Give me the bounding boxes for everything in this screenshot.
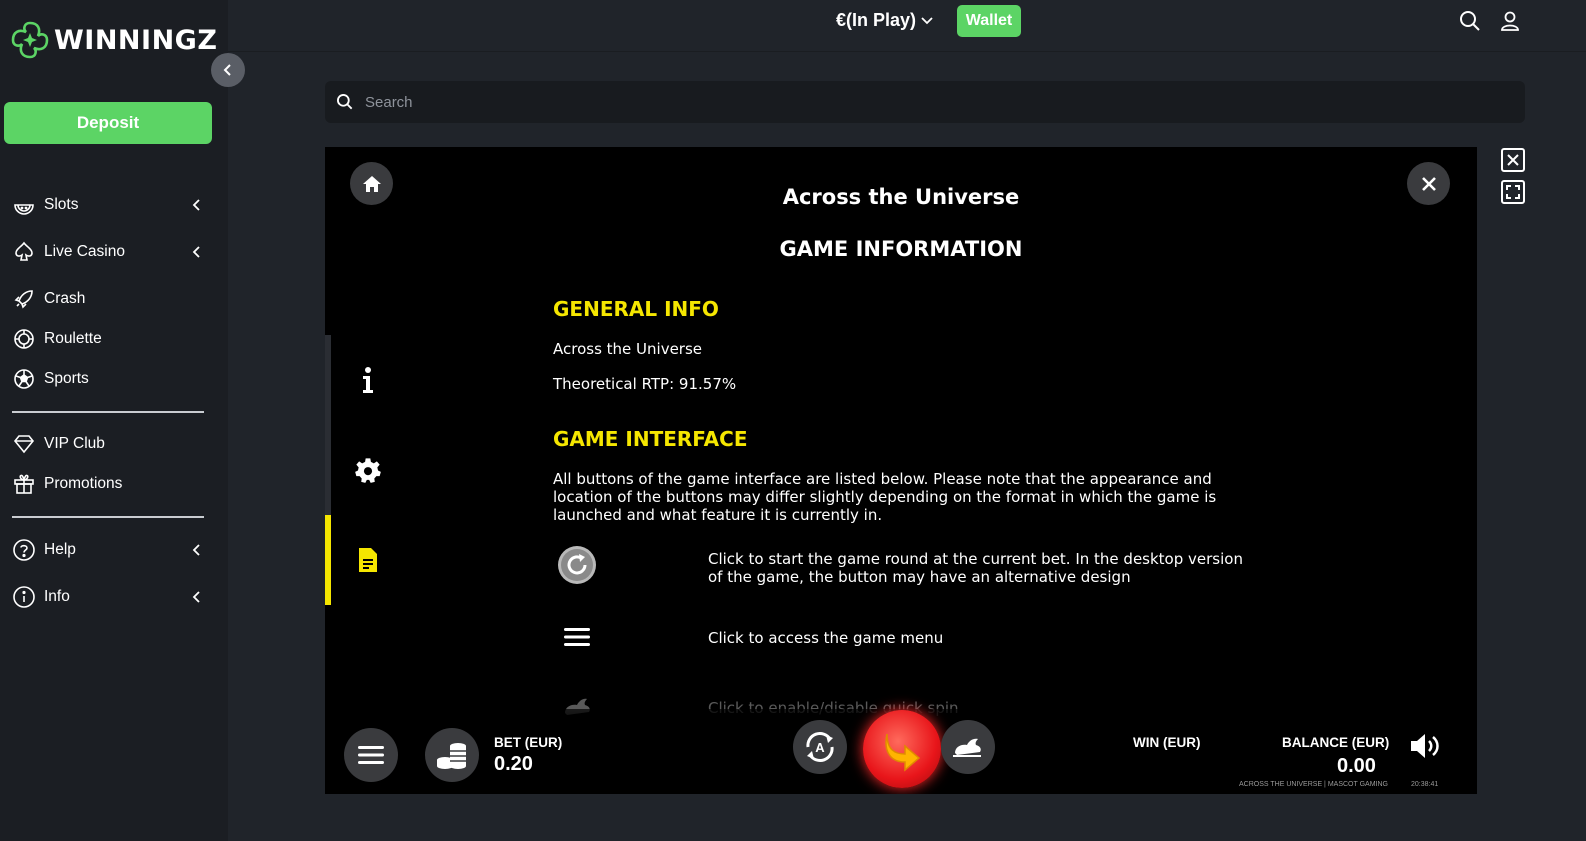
sidebar-item-label: Info xyxy=(44,588,70,605)
search-bar[interactable] xyxy=(325,81,1525,123)
chevron-left-icon xyxy=(223,64,231,76)
sidebar-item-help[interactable]: Help xyxy=(12,535,204,565)
watermelon-icon xyxy=(14,204,34,215)
fullscreen-icon xyxy=(1506,185,1520,199)
chevron-down-icon[interactable] xyxy=(920,14,934,28)
info-tabs xyxy=(325,335,405,605)
game-title: Across the Universe xyxy=(782,185,1020,209)
spade-icon xyxy=(15,241,33,261)
menu-icon xyxy=(358,746,384,764)
spin-button[interactable] xyxy=(863,710,941,788)
sidebar-divider xyxy=(12,516,204,518)
rocket-icon xyxy=(14,290,33,309)
sidebar-item-promotions[interactable]: Promotions xyxy=(12,469,204,499)
sidebar-item-slots[interactable]: Slots xyxy=(12,190,204,220)
chevron-left-icon xyxy=(192,246,200,258)
game-name-text: Across the Universe xyxy=(553,340,703,358)
general-info-heading: GENERAL INFO xyxy=(553,297,719,321)
sidebar-item-vip-club[interactable]: VIP Club xyxy=(12,429,204,459)
game-footer-text: ACROSS THE UNIVERSE | MASCOT GAMING xyxy=(1239,781,1388,788)
bet-button[interactable] xyxy=(425,728,479,782)
sidebar-item-info[interactable]: Info xyxy=(12,582,204,612)
search-input[interactable] xyxy=(365,93,1465,111)
tab-rules[interactable] xyxy=(325,515,405,605)
gift-icon xyxy=(14,474,34,494)
sidebar-item-sports[interactable]: Sports xyxy=(12,364,204,394)
sidebar-item-roulette[interactable]: Roulette xyxy=(12,324,204,354)
sidebar-item-label: Roulette xyxy=(44,330,102,347)
game-info-heading: GAME INFORMATION xyxy=(779,237,1023,261)
svg-text:A: A xyxy=(815,740,825,755)
bet-value: 0.20 xyxy=(494,753,533,775)
spin-button-description: Click to start the game round at the cur… xyxy=(708,550,1243,586)
autoplay-button[interactable]: A xyxy=(793,720,847,774)
spin-refresh-icon xyxy=(557,545,597,585)
fullscreen-button[interactable] xyxy=(1501,180,1525,204)
coins-stack-icon xyxy=(437,743,466,769)
menu-button-description: Click to access the game menu xyxy=(708,629,944,647)
close-game-frame-button[interactable] xyxy=(1501,148,1525,172)
balance-value: 0.00 xyxy=(1337,755,1376,777)
sidebar-item-label: Help xyxy=(44,541,76,558)
sidebar-item-label: Slots xyxy=(44,196,79,213)
sidebar-item-label: Sports xyxy=(44,370,89,387)
autoplay-icon: A xyxy=(806,732,834,762)
deposit-button[interactable]: Deposit xyxy=(4,102,212,144)
chevron-left-icon xyxy=(192,544,200,556)
game-menu-button[interactable] xyxy=(344,728,398,782)
balance-selector[interactable]: €(In Play) xyxy=(836,10,916,31)
clover-logo-icon xyxy=(11,21,49,59)
tab-info[interactable] xyxy=(325,335,405,425)
search-icon[interactable] xyxy=(1458,9,1482,33)
user-icon[interactable] xyxy=(1498,9,1522,33)
info-icon xyxy=(13,586,35,608)
rabbit-icon xyxy=(953,738,981,757)
speaker-icon xyxy=(1411,734,1439,758)
game-interface-heading: GAME INTERFACE xyxy=(553,427,748,451)
sidebar-divider xyxy=(12,411,204,413)
sidebar-collapse-button[interactable] xyxy=(211,53,245,87)
logo-text: WINNINGZ xyxy=(54,24,218,56)
quick-spin-button[interactable] xyxy=(941,720,995,774)
menu-icon xyxy=(557,617,597,657)
sidebar: WINNINGZ Deposit Slots Live Casino Crash… xyxy=(0,0,228,841)
interface-intro-text: All buttons of the game interface are li… xyxy=(553,470,1217,524)
win-label: WIN (EUR) xyxy=(1133,735,1201,750)
top-bar: €(In Play) Wallet xyxy=(228,0,1586,52)
diamond-icon xyxy=(13,435,35,454)
spin-arrow-icon xyxy=(885,733,921,772)
chevron-left-icon xyxy=(192,591,200,603)
sidebar-item-label: VIP Club xyxy=(44,435,105,452)
balance-label: BALANCE (EUR) xyxy=(1282,735,1390,750)
sidebar-item-label: Live Casino xyxy=(44,243,125,260)
game-clock: 20:38:41 xyxy=(1411,781,1439,788)
wallet-button[interactable]: Wallet xyxy=(957,5,1021,37)
gear-icon xyxy=(355,458,381,483)
question-icon xyxy=(13,539,35,561)
rtp-text: Theoretical RTP: 91.57% xyxy=(553,375,737,393)
sidebar-item-live-casino[interactable]: Live Casino xyxy=(12,237,204,267)
sound-toggle[interactable] xyxy=(1409,731,1443,761)
close-icon xyxy=(1507,154,1519,166)
sidebar-item-label: Crash xyxy=(44,290,86,307)
logo[interactable]: WINNINGZ xyxy=(10,20,217,60)
sidebar-item-crash[interactable]: Crash xyxy=(12,284,204,314)
search-icon xyxy=(337,94,353,110)
roulette-icon xyxy=(14,329,34,349)
bet-label: BET (EUR) xyxy=(494,735,563,750)
document-icon xyxy=(359,548,377,572)
game-frame: Across the Universe GAME INFORMATION GEN… xyxy=(325,147,1477,794)
chevron-left-icon xyxy=(192,199,200,211)
tab-settings[interactable] xyxy=(325,425,405,515)
soccer-ball-icon xyxy=(14,369,34,389)
sidebar-item-label: Promotions xyxy=(44,475,123,492)
info-i-icon xyxy=(363,367,373,393)
